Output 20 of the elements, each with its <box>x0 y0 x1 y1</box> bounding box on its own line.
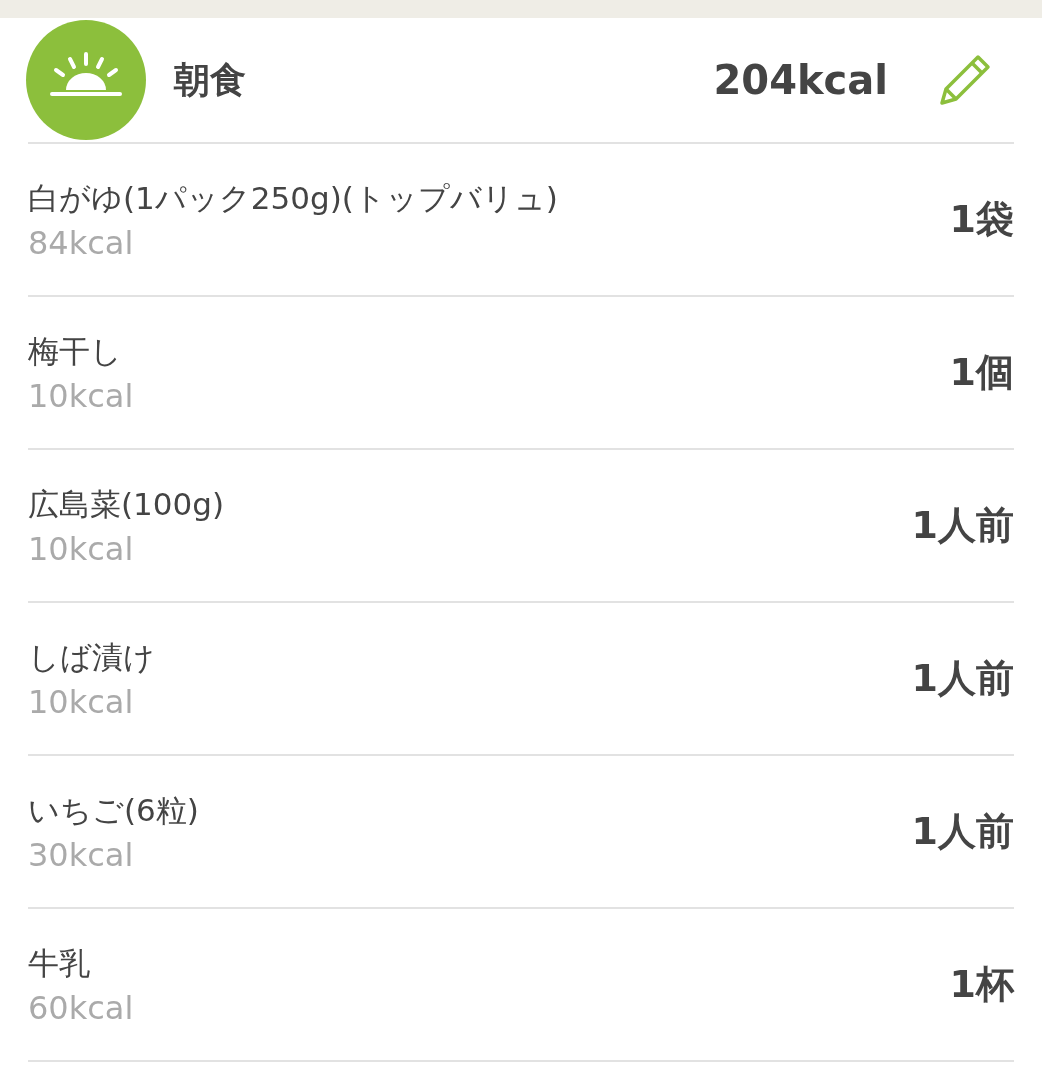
food-name: 白がゆ(1パック250g)(トップバリュ) <box>28 178 559 218</box>
food-quantity: 1人前 <box>911 808 1014 855</box>
food-name: 梅干し <box>28 331 123 371</box>
food-kcal: 84kcal <box>28 223 135 262</box>
food-kcal: 60kcal <box>28 988 135 1027</box>
meal-kcal: 204kcal <box>713 57 888 103</box>
food-name: しば漬け <box>28 637 156 677</box>
food-kcal: 10kcal <box>28 376 135 415</box>
food-quantity: 1人前 <box>911 655 1014 702</box>
food-quantity: 1袋 <box>949 196 1014 243</box>
food-kcal: 30kcal <box>28 835 135 874</box>
food-name: 広島菜(100g) <box>28 484 226 524</box>
food-kcal: 10kcal <box>28 529 135 568</box>
food-quantity: 1杯 <box>949 961 1014 1008</box>
food-name: 牛乳 <box>28 943 91 983</box>
meal-title: 朝食 <box>174 57 247 102</box>
food-name: いちご(6粒) <box>28 790 200 830</box>
food-quantity: 1個 <box>949 349 1014 396</box>
food-kcal: 10kcal <box>28 682 135 721</box>
food-quantity: 1人前 <box>911 502 1014 549</box>
